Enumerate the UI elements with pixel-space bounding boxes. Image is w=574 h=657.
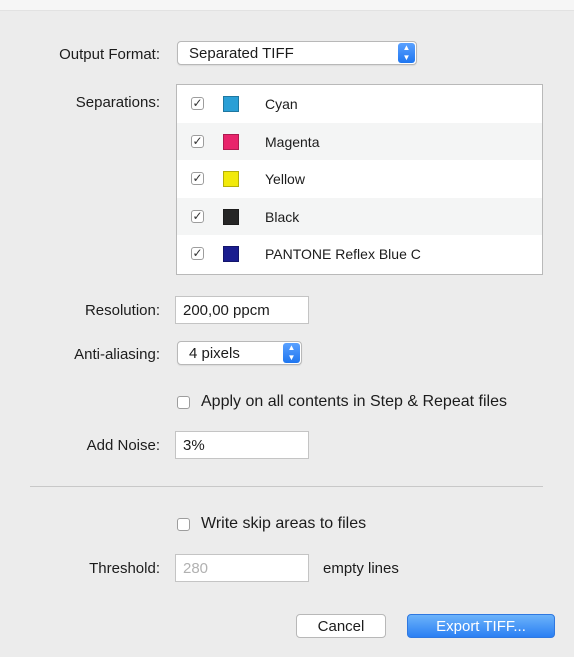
anti-aliasing-label: Anti-aliasing: [74,346,160,363]
separation-name: PANTONE Reflex Blue C [265,246,421,262]
cyan-swatch [223,96,239,112]
window-top-edge [0,0,574,11]
resolution-label: Resolution: [84,302,160,319]
output-format-value: Separated TIFF [189,45,294,62]
list-item-cyan[interactable]: ✓ Cyan [177,85,542,123]
skip-areas-label: Write skip areas to files [201,515,367,532]
add-noise-label: Add Noise: [86,437,160,454]
threshold-label: Threshold: [89,560,160,577]
anti-aliasing-select[interactable]: 4 pixels ▲ ▼ [177,341,302,365]
yellow-checkbox[interactable]: ✓ [191,172,204,185]
threshold-unit-label: empty lines [323,560,399,577]
threshold-field[interactable]: 280 [175,554,309,582]
section-divider [30,486,543,487]
magenta-swatch [223,133,239,150]
list-item-yellow[interactable]: ✓ Yellow [177,160,542,198]
cancel-button[interactable]: Cancel [296,614,386,638]
export-tiff-button[interactable]: Export TIFF... [407,614,555,638]
pantone-reflex-blue-checkbox[interactable]: ✓ [191,247,204,260]
output-format-label: Output Format: [59,46,160,63]
black-checkbox[interactable]: ✓ [191,209,204,223]
separation-name: Cyan [265,96,298,112]
skip-areas-checkbox[interactable] [177,518,190,531]
list-item-black[interactable]: ✓ Black [177,197,542,235]
output-format-select[interactable]: Separated TIFF ▲ ▼ [177,41,417,65]
separations-list[interactable]: ✓ Cyan ✓ Magenta ✓ Yellow ✓ Black ✓ PANT… [176,84,543,275]
separation-name: Black [265,208,300,225]
pantone-reflex-blue-swatch [223,246,239,262]
chevron-updown-icon: ▲ ▼ [283,343,300,363]
chevron-updown-icon: ▲ ▼ [398,43,415,63]
apply-all-checkbox[interactable] [177,396,190,409]
cyan-checkbox[interactable]: ✓ [191,97,204,110]
separation-name: Yellow [265,171,305,187]
list-item-magenta[interactable]: ✓ Magenta [177,122,542,160]
apply-all-label: Apply on all contents in Step & Repeat f… [201,393,507,410]
list-item-pantone-reflex-blue[interactable]: ✓ PANTONE Reflex Blue C [177,235,542,273]
black-swatch [223,208,239,225]
add-noise-field[interactable]: 3% [175,431,309,459]
anti-aliasing-value: 4 pixels [189,345,240,362]
separations-label: Separations: [75,94,160,111]
resolution-field[interactable]: 200,00 ppcm [175,296,309,324]
yellow-swatch [223,171,239,187]
magenta-checkbox[interactable]: ✓ [191,134,204,148]
separation-name: Magenta [265,133,320,150]
